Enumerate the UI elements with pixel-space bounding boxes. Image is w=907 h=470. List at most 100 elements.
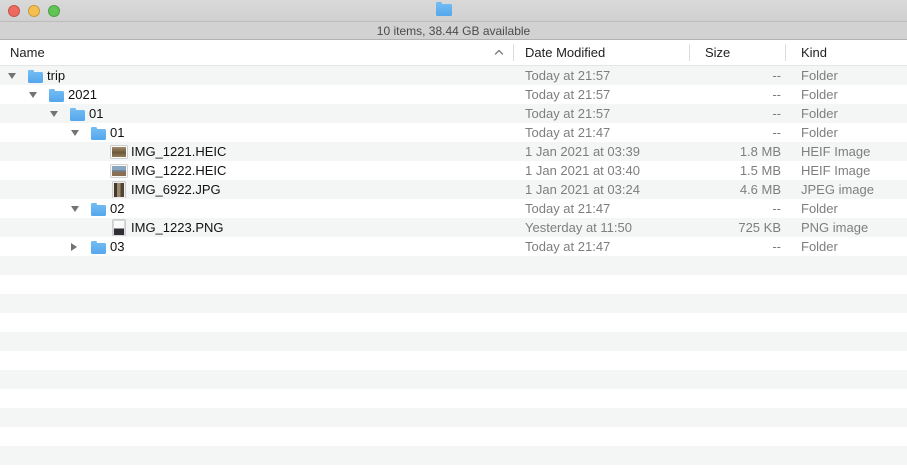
name-cell: 01 (0, 105, 513, 122)
title-bar[interactable] (0, 0, 907, 22)
table-row[interactable]: IMG_1221.HEIC 1 Jan 2021 at 03:39 1.8 MB… (0, 142, 907, 161)
date-modified-cell: Today at 21:57 (513, 68, 689, 83)
file-name: 2021 (68, 87, 97, 102)
column-header-name-label: Name (10, 45, 45, 60)
date-modified-cell: Today at 21:47 (513, 125, 689, 140)
size-cell: 725 KB (689, 220, 785, 235)
row-icon (48, 86, 64, 103)
kind-cell: PNG image (785, 220, 907, 235)
disclosure-triangle-icon[interactable] (50, 111, 58, 117)
column-header-kind-label: Kind (801, 45, 827, 60)
folder-icon (49, 91, 64, 102)
table-row[interactable]: IMG_1223.PNG Yesterday at 11:50 725 KB P… (0, 218, 907, 237)
folder-icon (91, 205, 106, 216)
size-cell: 1.8 MB (689, 144, 785, 159)
table-row[interactable]: 01 Today at 21:47 -- Folder (0, 123, 907, 142)
column-header-kind[interactable]: Kind (785, 40, 907, 65)
zoom-button[interactable] (48, 5, 60, 17)
file-name: 02 (110, 201, 124, 216)
minimize-button[interactable] (28, 5, 40, 17)
disclosure-triangle-icon[interactable] (71, 243, 77, 251)
size-cell: -- (689, 106, 785, 121)
kind-cell: Folder (785, 201, 907, 216)
kind-cell: HEIF Image (785, 163, 907, 178)
date-modified-cell: Today at 21:47 (513, 201, 689, 216)
size-cell: -- (689, 201, 785, 216)
file-name: 03 (110, 239, 124, 254)
sort-ascending-icon (494, 49, 504, 56)
folder-icon (28, 72, 43, 83)
date-modified-cell: 1 Jan 2021 at 03:40 (513, 163, 689, 178)
indent-spacer (8, 94, 29, 95)
indent-spacer (8, 132, 71, 133)
disclosure-box (29, 92, 48, 98)
table-row[interactable]: 02 Today at 21:47 -- Folder (0, 199, 907, 218)
table-row[interactable]: IMG_6922.JPG 1 Jan 2021 at 03:24 4.6 MB … (0, 180, 907, 199)
disclosure-box (71, 243, 90, 251)
photo-thumbnail-icon (113, 220, 125, 236)
size-cell: -- (689, 125, 785, 140)
file-name: 01 (89, 106, 103, 121)
row-icon (90, 124, 106, 141)
column-header-size[interactable]: Size (689, 40, 785, 65)
window-proxy-icon[interactable] (436, 4, 452, 16)
table-row[interactable]: IMG_1222.HEIC 1 Jan 2021 at 03:40 1.5 MB… (0, 161, 907, 180)
table-row[interactable]: 2021 Today at 21:57 -- Folder (0, 85, 907, 104)
folder-icon (91, 243, 106, 254)
size-cell: -- (689, 239, 785, 254)
name-cell: 03 (0, 238, 513, 255)
table-row[interactable]: 03 Today at 21:47 -- Folder (0, 237, 907, 256)
folder-icon (436, 4, 452, 16)
name-cell: 01 (0, 124, 513, 141)
date-modified-cell: Yesterday at 11:50 (513, 220, 689, 235)
disclosure-box (71, 206, 90, 212)
indent-spacer (8, 170, 92, 171)
kind-cell: Folder (785, 125, 907, 140)
table-row[interactable]: trip Today at 21:57 -- Folder (0, 66, 907, 85)
name-cell: trip (0, 67, 513, 84)
indent-spacer (8, 246, 71, 247)
column-header-row: Name Date Modified Size Kind (0, 40, 907, 66)
photo-thumbnail-icon (111, 165, 127, 177)
disclosure-triangle-icon[interactable] (71, 206, 79, 212)
date-modified-cell: Today at 21:57 (513, 106, 689, 121)
kind-cell: Folder (785, 68, 907, 83)
row-icon (90, 238, 106, 255)
folder-icon (70, 110, 85, 121)
size-cell: 1.5 MB (689, 163, 785, 178)
photo-thumbnail-icon (111, 146, 127, 158)
row-icon (27, 67, 43, 84)
disclosure-triangle-icon[interactable] (29, 92, 37, 98)
indent-spacer (8, 189, 92, 190)
row-icon (111, 181, 127, 198)
photo-thumbnail-icon (113, 182, 125, 198)
name-cell: IMG_1221.HEIC (0, 143, 513, 160)
date-modified-cell: 1 Jan 2021 at 03:39 (513, 144, 689, 159)
file-name: IMG_1222.HEIC (131, 163, 226, 178)
indent-spacer (8, 208, 71, 209)
date-modified-cell: Today at 21:47 (513, 239, 689, 254)
status-text: 10 items, 38.44 GB available (377, 24, 530, 38)
row-icon (111, 143, 127, 160)
folder-icon (91, 129, 106, 140)
disclosure-triangle-icon[interactable] (8, 73, 16, 79)
file-name: IMG_1223.PNG (131, 220, 224, 235)
table-row[interactable]: 01 Today at 21:57 -- Folder (0, 104, 907, 123)
disclosure-box (71, 130, 90, 136)
disclosure-box (50, 111, 69, 117)
kind-cell: JPEG image (785, 182, 907, 197)
column-header-size-label: Size (705, 45, 730, 60)
file-name: 01 (110, 125, 124, 140)
kind-cell: HEIF Image (785, 144, 907, 159)
column-header-date-modified[interactable]: Date Modified (513, 40, 689, 65)
status-bar: 10 items, 38.44 GB available (0, 22, 907, 40)
row-icon (111, 162, 127, 179)
close-button[interactable] (8, 5, 20, 17)
date-modified-cell: 1 Jan 2021 at 03:24 (513, 182, 689, 197)
date-modified-cell: Today at 21:57 (513, 87, 689, 102)
indent-spacer (8, 227, 92, 228)
size-cell: 4.6 MB (689, 182, 785, 197)
column-header-name[interactable]: Name (0, 40, 513, 65)
file-list[interactable]: trip Today at 21:57 -- Folder 2021 Today… (0, 66, 907, 470)
disclosure-triangle-icon[interactable] (71, 130, 79, 136)
